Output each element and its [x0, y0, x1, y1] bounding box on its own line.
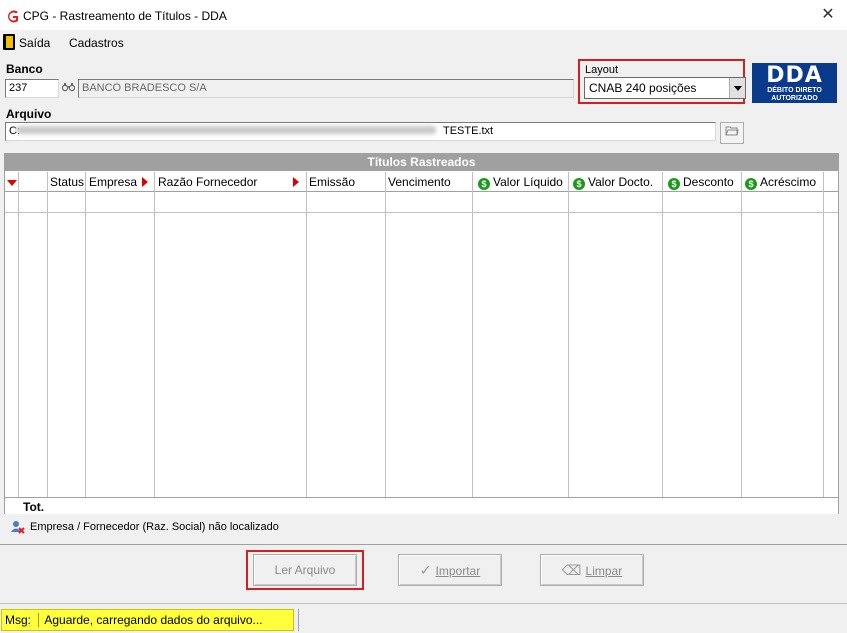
sort-down-icon[interactable] — [7, 180, 17, 186]
col-divider — [472, 172, 473, 502]
importar-button[interactable]: ✓ Importar — [398, 554, 502, 586]
banco-name-field: BANCO BRADESCO S/A — [78, 79, 574, 98]
col-vencimento[interactable]: Vencimento — [388, 175, 451, 189]
status-message: Msg: Aguarde, carregando dados do arquiv… — [1, 609, 294, 631]
chevron-down-icon[interactable] — [729, 78, 745, 98]
title-bar: CPG - Rastreamento de Títulos - DDA ✕ — [0, 0, 847, 30]
col-divider — [306, 172, 307, 502]
menu-cadastros[interactable]: Cadastros — [69, 36, 124, 50]
status-msg-text: Aguarde, carregando dados do arquivo... — [38, 613, 263, 627]
importar-label: Importar — [435, 564, 481, 578]
app-logo-icon — [8, 10, 18, 23]
sort-arrow-icon[interactable] — [293, 177, 299, 187]
dda-logo-line2: AUTORIZADO — [771, 95, 818, 102]
ler-arquivo-button[interactable]: Ler Arquivo — [253, 554, 357, 586]
col-divider — [18, 172, 19, 512]
broom-icon: ⌫ — [561, 562, 582, 578]
money-icon: $ — [478, 178, 490, 190]
table-row[interactable] — [5, 193, 838, 213]
dda-logo-main: DDA — [766, 63, 823, 88]
menu-saida[interactable]: Saída — [19, 36, 50, 50]
col-valor-liquido-label: Valor Líquido — [493, 175, 563, 189]
menu-bar — [0, 31, 847, 53]
dda-logo: DDA DÉBITO DIRETO AUTORIZADO — [752, 63, 837, 103]
arquivo-filename: TESTE.txt — [443, 125, 494, 137]
col-empresa[interactable]: Empresa — [89, 175, 137, 189]
user-not-found-icon — [11, 521, 25, 534]
layout-select[interactable]: CNAB 240 posições — [584, 77, 746, 99]
col-divider — [47, 172, 48, 502]
total-label: Tot. — [23, 500, 45, 514]
money-icon: $ — [668, 178, 680, 190]
close-icon[interactable]: ✕ — [818, 5, 838, 25]
dda-logo-line1: DÉBITO DIRETO — [767, 87, 822, 94]
blurred-path — [16, 126, 436, 134]
ler-arquivo-label: Ler Arquivo — [274, 563, 336, 577]
binoculars-icon[interactable] — [61, 81, 76, 97]
limpar-label: Limpar — [585, 564, 623, 578]
layout-label: Layout — [585, 64, 619, 76]
banco-code-input[interactable]: 237 — [5, 79, 59, 98]
status-panel — [298, 609, 846, 631]
col-valor-docto[interactable]: $ Valor Docto. — [573, 175, 653, 190]
window-title: CPG - Rastreamento de Títulos - DDA — [23, 9, 227, 23]
arquivo-label: Arquivo — [6, 107, 52, 121]
layout-selected-value: CNAB 240 posições — [589, 81, 697, 95]
col-divider — [662, 172, 663, 502]
col-divider — [154, 172, 155, 502]
col-emissao[interactable]: Emissão — [309, 175, 355, 189]
col-divider — [85, 172, 86, 502]
col-valor-liquido[interactable]: $ Valor Líquido — [478, 175, 563, 190]
col-valor-docto-label: Valor Docto. — [588, 175, 654, 189]
divider — [0, 544, 847, 545]
folder-open-icon[interactable] — [720, 122, 744, 144]
total-row — [5, 497, 838, 514]
checkmark-icon: ✓ — [419, 562, 432, 578]
status-msg-label: Msg: — [5, 613, 32, 627]
limpar-button[interactable]: ⌫ Limpar — [540, 554, 644, 586]
col-razao-fornecedor[interactable]: Razão Fornecedor — [158, 175, 257, 189]
col-divider — [823, 172, 824, 502]
sort-arrow-icon[interactable] — [142, 177, 148, 187]
legend-text: Empresa / Fornecedor (Raz. Social) não l… — [30, 521, 279, 533]
col-divider — [741, 172, 742, 502]
col-acrescimo-label: Acréscimo — [760, 175, 817, 189]
titles-grid[interactable]: Títulos Rastreados Status Empresa Razão … — [4, 153, 839, 514]
col-divider — [568, 172, 569, 502]
col-divider — [385, 172, 386, 502]
banco-label: Banco — [6, 62, 43, 76]
money-icon: $ — [573, 178, 585, 190]
col-status[interactable]: Status — [50, 175, 84, 189]
grid-title: Títulos Rastreados — [5, 154, 838, 171]
col-acrescimo[interactable]: $ Acréscimo — [745, 175, 816, 190]
col-desconto-label: Desconto — [683, 175, 734, 189]
money-icon: $ — [745, 178, 757, 190]
col-desconto[interactable]: $ Desconto — [668, 175, 734, 190]
exit-door-icon — [3, 34, 15, 50]
